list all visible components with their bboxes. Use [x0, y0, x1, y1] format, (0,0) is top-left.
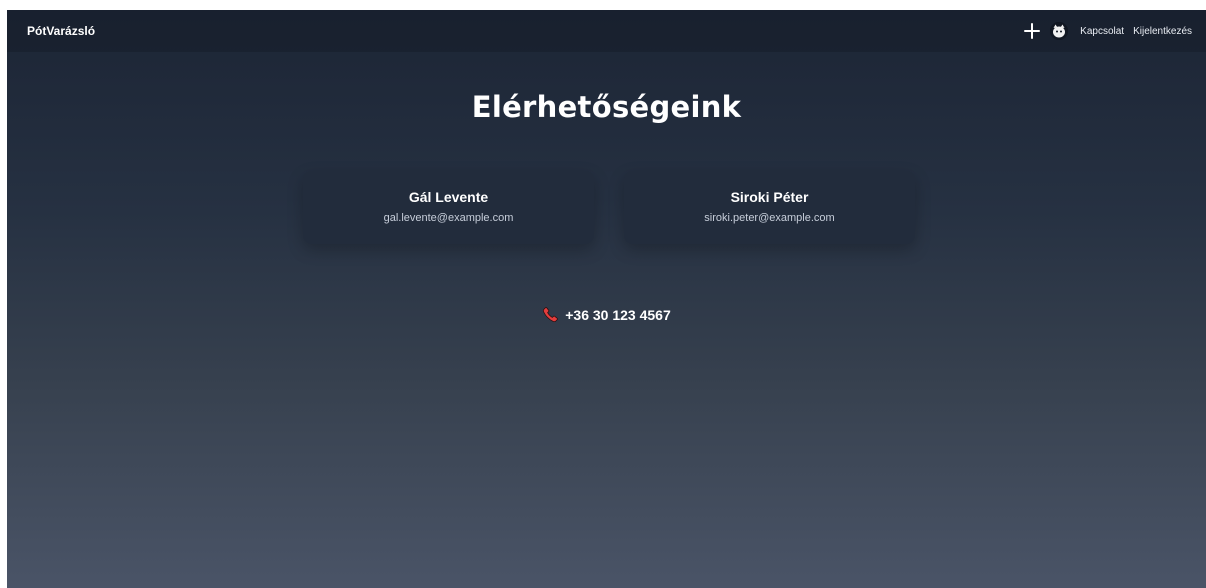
plus-icon[interactable] [1023, 22, 1041, 40]
phone-icon [542, 306, 559, 323]
nav-link-logout[interactable]: Kijelentkezés [1133, 26, 1192, 37]
navbar-actions: Kapcsolat Kijelentkezés [1023, 22, 1192, 40]
app-window: PótVarázsló Kapcsolat Kijelentkezés Elér… [7, 10, 1206, 588]
page-title: Elérhetőségeink [471, 90, 742, 124]
top-navbar: PótVarázsló Kapcsolat Kijelentkezés [7, 10, 1206, 52]
phone-contact: +36 30 123 4567 [7, 306, 1206, 323]
contact-card: Siroki Péter siroki.peter@example.com [624, 171, 915, 244]
phone-number[interactable]: +36 30 123 4567 [565, 307, 671, 323]
contact-email: siroki.peter@example.com [704, 212, 835, 224]
contact-name: Gál Levente [408, 189, 489, 205]
brand-logo-link[interactable]: PótVarázsló [27, 24, 95, 38]
avatar-icon[interactable] [1050, 22, 1069, 40]
contact-email: gal.levente@example.com [383, 212, 514, 224]
contact-card: Gál Levente gal.levente@example.com [303, 171, 594, 244]
contact-name: Siroki Péter [730, 189, 809, 205]
nav-link-contact[interactable]: Kapcsolat [1080, 26, 1124, 37]
